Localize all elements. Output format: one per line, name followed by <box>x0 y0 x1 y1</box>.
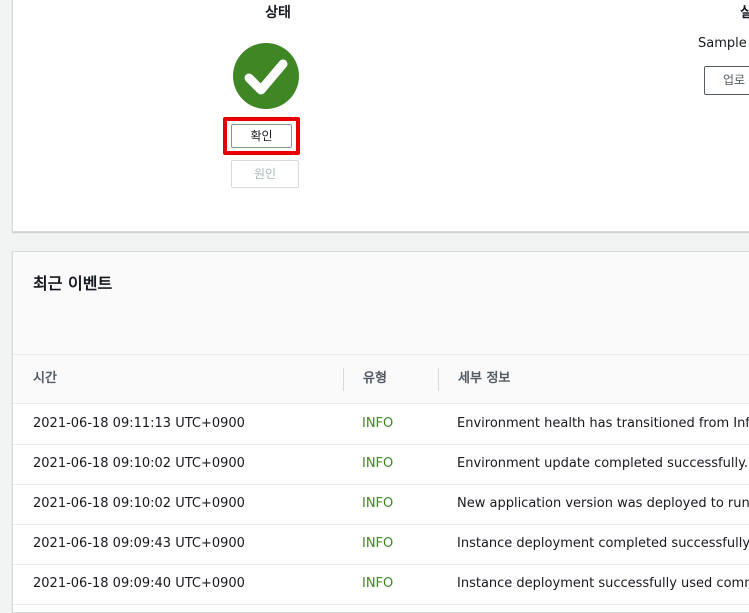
event-type: INFO <box>362 536 394 551</box>
event-detail: Instance deployment successfully used co… <box>457 576 749 591</box>
column-header-detail[interactable]: 세부 정보 <box>458 355 510 403</box>
table-row: 2021-06-18 09:10:02 UTC+0900 INFO New ap… <box>13 484 749 525</box>
event-detail: Environment health has transitioned from… <box>457 416 749 431</box>
confirm-button[interactable]: 확인 <box>231 124 292 148</box>
table-header-row: 시간 유형 세부 정보 <box>13 355 749 404</box>
recent-events-panel: 최근 이벤트 시간 유형 세부 정보 2021-06-18 09:11:13 U… <box>12 251 749 613</box>
environment-overview-panel: 상태 실 확인 원인 Sample A 업로 <box>12 0 749 232</box>
application-version-label: Sample A <box>698 36 749 51</box>
check-circle-icon <box>233 43 299 109</box>
event-type: INFO <box>362 416 394 431</box>
event-type: INFO <box>362 496 394 511</box>
event-detail: Environment update completed successfull… <box>457 456 749 471</box>
event-time: 2021-06-18 09:09:40 UTC+0900 <box>33 576 245 591</box>
status-heading: 상태 <box>265 5 291 21</box>
upload-deploy-button[interactable]: 업로 <box>704 66 749 95</box>
column-divider <box>343 368 344 391</box>
event-time: 2021-06-18 09:09:43 UTC+0900 <box>33 536 245 551</box>
table-row: 2021-06-18 09:09:43 UTC+0900 INFO Instan… <box>13 524 749 565</box>
event-time: 2021-06-18 09:10:02 UTC+0900 <box>33 456 245 471</box>
event-detail: Instance deployment completed successful… <box>457 536 749 551</box>
column-divider <box>438 368 439 391</box>
event-time: 2021-06-18 09:10:02 UTC+0900 <box>33 496 245 511</box>
events-title: 최근 이벤트 <box>33 274 113 293</box>
event-type: INFO <box>362 576 394 591</box>
table-row: 2021-06-18 09:11:13 UTC+0900 INFO Enviro… <box>13 404 749 445</box>
events-panel-header: 최근 이벤트 <box>13 252 749 355</box>
event-detail: New application version was deployed to … <box>457 496 749 511</box>
running-version-heading: 실 <box>740 5 749 21</box>
table-row: 2021-06-18 09:09:40 UTC+0900 INFO Instan… <box>13 564 749 605</box>
event-time: 2021-06-18 09:11:13 UTC+0900 <box>33 416 245 431</box>
column-header-type[interactable]: 유형 <box>363 355 387 403</box>
column-header-time[interactable]: 시간 <box>33 355 57 403</box>
cause-button[interactable]: 원인 <box>231 160 299 188</box>
table-row: 2021-06-18 09:10:02 UTC+0900 INFO Enviro… <box>13 444 749 485</box>
event-type: INFO <box>362 456 394 471</box>
